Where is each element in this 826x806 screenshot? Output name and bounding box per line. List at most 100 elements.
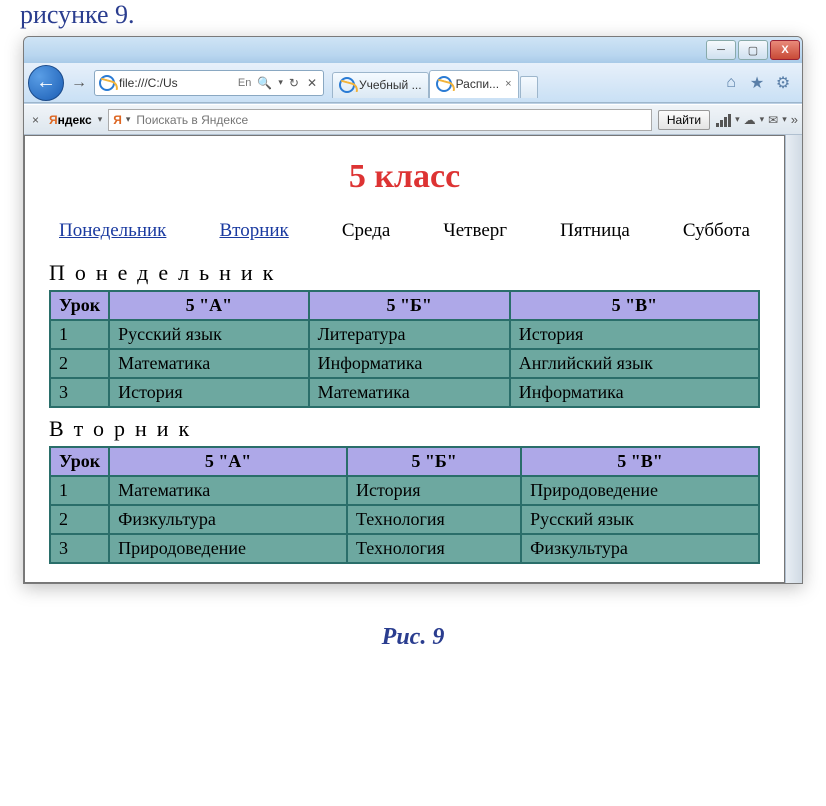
lang-hint-icon: En xyxy=(238,77,251,89)
overflow-icon[interactable]: » xyxy=(791,112,798,127)
close-button[interactable]: X xyxy=(770,40,800,60)
table-cell: Физкультура xyxy=(109,505,347,534)
table-cell: 2 xyxy=(50,349,109,378)
table-cell: История xyxy=(510,320,759,349)
refresh-icon[interactable]: ↻ xyxy=(287,76,301,90)
cloud-caret-icon[interactable]: ▾ xyxy=(760,114,765,125)
home-icon[interactable]: ⌂ xyxy=(722,74,740,92)
column-header: Урок xyxy=(50,291,109,320)
column-header: 5 "А" xyxy=(109,447,347,476)
table-row: 2ФизкультураТехнологияРусский язык xyxy=(50,505,759,534)
table-cell: История xyxy=(347,476,521,505)
command-bar: ⌂ ★ ⚙ xyxy=(716,74,798,92)
table-cell: Математика xyxy=(109,476,347,505)
yandex-menu-caret-icon[interactable]: ▾ xyxy=(98,114,103,125)
table-cell: История xyxy=(109,378,308,407)
table-cell: 3 xyxy=(50,378,109,407)
days-navigation: Понедельник Вторник Среда Четверг Пятница Суб… xyxy=(59,220,750,242)
signal-icon[interactable] xyxy=(716,113,731,127)
mail-caret-icon[interactable]: ▾ xyxy=(782,114,787,125)
table-cell: Природоведение xyxy=(521,476,759,505)
column-header: 5 "В" xyxy=(510,291,759,320)
page-viewport: 5 класс Понедельник Вторник Среда Четверг Пя… xyxy=(24,135,785,583)
column-header: 5 "Б" xyxy=(309,291,510,320)
yandex-search-field[interactable]: Я ▾ xyxy=(108,109,652,131)
ie-icon xyxy=(99,75,115,91)
day-heading: Вторник xyxy=(49,416,760,442)
window-body: 5 класс Понедельник Вторник Среда Четверг Пя… xyxy=(24,135,802,583)
table-cell: Математика xyxy=(109,349,308,378)
table-cell: Русский язык xyxy=(521,505,759,534)
new-tab-button[interactable] xyxy=(520,76,538,98)
page-content: 5 класс Понедельник Вторник Среда Четверг Пя… xyxy=(25,136,784,582)
day-link[interactable]: Понедельник xyxy=(59,220,166,242)
yandex-search-input[interactable] xyxy=(134,112,646,128)
table-cell: 1 xyxy=(50,476,109,505)
figure-caption: Рис. 9 xyxy=(0,624,826,651)
day-label: Суббота xyxy=(683,220,750,242)
table-row: 3ИсторияМатематикаИнформатика xyxy=(50,378,759,407)
address-bar[interactable]: file:///C:/Us En 🔍 ▾ ↻ ✕ xyxy=(94,70,324,96)
schedule-table: Урок5 "А"5 "Б"5 "В"1Русский языкЛитерату… xyxy=(49,290,760,408)
navigation-bar: ← → file:///C:/Us En 🔍 ▾ ↻ ✕ Учебный ...… xyxy=(24,63,802,103)
column-header: 5 "Б" xyxy=(347,447,521,476)
stop-icon[interactable]: ✕ xyxy=(305,76,319,90)
tools-icon[interactable]: ⚙ xyxy=(774,74,792,92)
mail-icon[interactable]: ✉ xyxy=(768,113,778,127)
tab-strip: Учебный ... Распи... × xyxy=(332,68,712,98)
yandex-mini-logo-icon: Я xyxy=(113,113,122,127)
minimize-button[interactable]: ─ xyxy=(706,40,736,60)
browser-window: ─ ▢ X ← → file:///C:/Us En 🔍 ▾ ↻ ✕ Учебн… xyxy=(23,36,803,584)
column-header: 5 "А" xyxy=(109,291,308,320)
browser-tab[interactable]: Учебный ... xyxy=(332,72,429,98)
search-icon[interactable]: 🔍 xyxy=(255,76,274,90)
table-cell: Технология xyxy=(347,505,521,534)
favorites-icon[interactable]: ★ xyxy=(748,74,766,92)
table-cell: Русский язык xyxy=(109,320,308,349)
tab-close-icon[interactable]: × xyxy=(505,78,511,90)
yandex-find-button[interactable]: Найти xyxy=(658,110,710,130)
table-row: 1МатематикаИсторияПриродоведение xyxy=(50,476,759,505)
table-cell: 2 xyxy=(50,505,109,534)
ie-icon xyxy=(339,77,355,93)
back-button[interactable]: ← xyxy=(28,65,64,101)
toolbar-close-icon[interactable]: × xyxy=(28,113,43,127)
window-titlebar: ─ ▢ X xyxy=(24,37,802,63)
table-cell: 3 xyxy=(50,534,109,563)
column-header: 5 "В" xyxy=(521,447,759,476)
yandex-brand[interactable]: Яндекс xyxy=(49,113,92,127)
table-cell: 1 xyxy=(50,320,109,349)
table-row: 2МатематикаИнформатикаАнглийский язык xyxy=(50,349,759,378)
table-cell: Информатика xyxy=(510,378,759,407)
url-text: file:///C:/Us xyxy=(119,76,234,90)
schedule-table: Урок5 "А"5 "Б"5 "В"1МатематикаИсторияПри… xyxy=(49,446,760,564)
day-heading: Понедельник xyxy=(49,260,760,286)
table-cell: Природоведение xyxy=(109,534,347,563)
table-row: 3ПриродоведениеТехнологияФизкультура xyxy=(50,534,759,563)
yandex-toolbar: × Яндекс ▾ Я ▾ Найти ▾ ☁ ▾ ✉ ▾ » xyxy=(24,105,802,135)
browser-tab[interactable]: Распи... × xyxy=(429,70,519,98)
table-cell: Физкультура xyxy=(521,534,759,563)
table-cell: Технология xyxy=(347,534,521,563)
table-cell: Литература xyxy=(309,320,510,349)
forward-button[interactable]: → xyxy=(68,68,90,98)
yandex-search-caret-icon[interactable]: ▾ xyxy=(126,114,131,125)
cloud-icon[interactable]: ☁ xyxy=(744,113,756,127)
surrounding-text: рисунке 9. xyxy=(0,0,826,36)
table-cell: Английский язык xyxy=(510,349,759,378)
vertical-scrollbar[interactable] xyxy=(785,135,802,583)
dropdown-icon[interactable]: ▾ xyxy=(278,77,283,88)
yandex-extras: ▾ ☁ ▾ ✉ ▾ » xyxy=(716,112,798,127)
signal-caret-icon[interactable]: ▾ xyxy=(735,114,740,125)
table-row: 1Русский языкЛитератураИстория xyxy=(50,320,759,349)
day-label: Четверг xyxy=(443,220,507,242)
ie-icon xyxy=(436,76,452,92)
column-header: Урок xyxy=(50,447,109,476)
page-title: 5 класс xyxy=(49,158,760,196)
day-link[interactable]: Вторник xyxy=(219,220,288,242)
day-label: Среда xyxy=(342,220,390,242)
maximize-button[interactable]: ▢ xyxy=(738,40,768,60)
day-label: Пятница xyxy=(560,220,630,242)
tab-label: Учебный ... xyxy=(359,78,422,92)
tab-label: Распи... xyxy=(456,77,499,91)
